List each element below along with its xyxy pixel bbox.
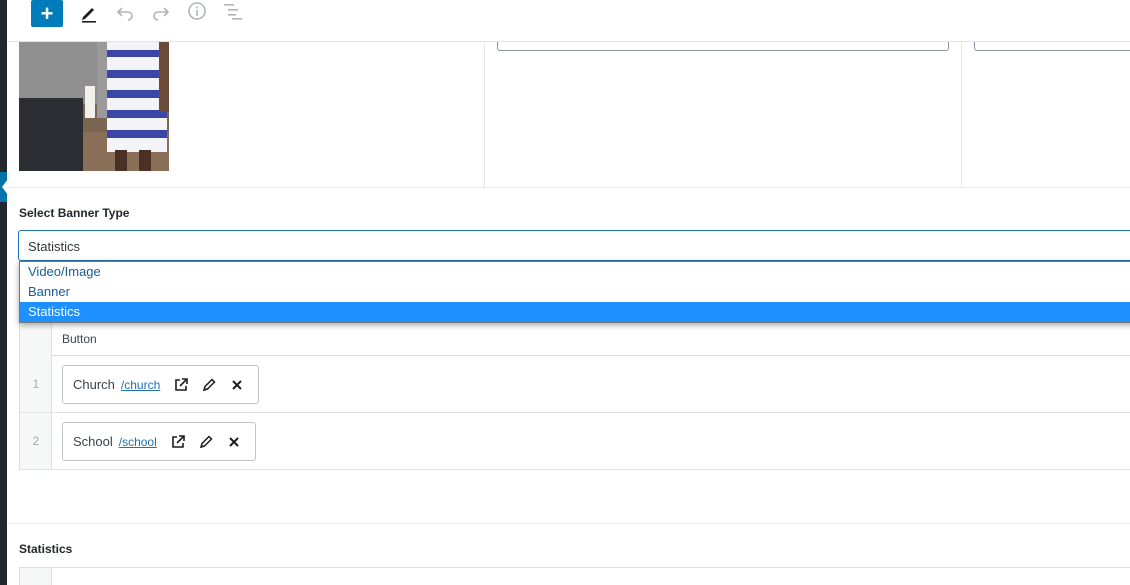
buttons-table: Button 1 Church /church 2 School /school — [19, 323, 1130, 470]
external-link-icon[interactable] — [170, 374, 192, 396]
admin-menu-strip — [0, 0, 8, 585]
editor-toolbar: + — [7, 0, 1130, 42]
banner-media-row — [7, 42, 1130, 188]
row-index: 2 — [32, 434, 40, 448]
edit-pencil-icon[interactable] — [198, 374, 220, 396]
pencil-icon[interactable] — [77, 0, 101, 24]
couple-photo-thumbnail[interactable] — [19, 42, 169, 171]
table-row: 1 Church /church — [20, 356, 1130, 413]
statistics-label: Statistics — [19, 542, 73, 556]
add-block-button[interactable]: + — [31, 0, 63, 27]
statistics-table — [19, 567, 1130, 585]
row-index: 1 — [32, 377, 40, 391]
link-title: School — [73, 434, 113, 449]
column-divider — [961, 42, 962, 187]
external-link-icon[interactable] — [167, 431, 189, 453]
banner-type-label: Select Banner Type — [19, 206, 130, 220]
outline-icon[interactable] — [221, 0, 245, 24]
table-row: 2 School /school — [20, 413, 1130, 470]
info-icon[interactable] — [185, 0, 209, 24]
banner-type-option[interactable]: Video/Image — [20, 262, 1130, 282]
link-title: Church — [73, 377, 115, 392]
banner-type-option[interactable]: Banner — [20, 282, 1130, 302]
link-field: Church /church — [62, 365, 260, 404]
banner-type-select[interactable]: Statistics — [18, 230, 1130, 261]
banner-type-dropdown: Video/Image Banner Statistics — [19, 261, 1130, 323]
link-url[interactable]: /school — [119, 435, 157, 449]
remove-close-icon[interactable] — [223, 431, 245, 453]
media-field-input[interactable] — [497, 42, 949, 51]
row-number-column — [20, 568, 52, 585]
link-url[interactable]: /church — [121, 378, 160, 392]
column-divider — [484, 42, 485, 187]
edit-pencil-icon[interactable] — [195, 431, 217, 453]
media-field-input[interactable] — [974, 42, 1130, 51]
banner-type-option-selected[interactable]: Statistics — [20, 302, 1130, 322]
link-field: School /school — [62, 422, 256, 461]
buttons-table-header: Button — [52, 323, 1130, 356]
remove-close-icon[interactable] — [226, 374, 248, 396]
redo-icon[interactable] — [149, 0, 173, 24]
undo-icon[interactable] — [113, 0, 137, 24]
section-divider — [7, 523, 1130, 524]
